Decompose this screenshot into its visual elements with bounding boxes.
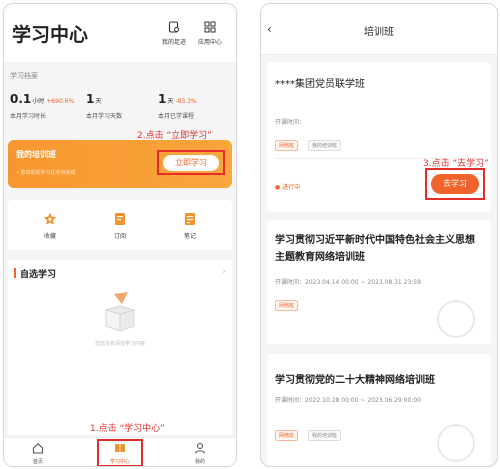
empty-box-icon bbox=[104, 292, 136, 332]
stat-study-hours[interactable]: 0.1小时 +690.6% 本月学习时长 bbox=[10, 88, 86, 120]
home-icon bbox=[32, 443, 44, 454]
course-tags: 网络班 我的培训班 bbox=[275, 140, 395, 151]
status-label: 进行中 bbox=[282, 184, 301, 191]
course-time: 开课时间： bbox=[275, 119, 306, 126]
course-time: 开课时间：2023.04.14 00:00 ~ 2023.08.31 23:59 bbox=[275, 279, 421, 286]
section-accent-bar bbox=[14, 268, 16, 278]
stat-label: 本月学习时长 bbox=[10, 113, 47, 120]
page-title: 培训班 bbox=[364, 27, 394, 38]
course-title: 学习贯彻党的二十大精神网络培训班 bbox=[275, 375, 435, 386]
favorites-item[interactable]: 收藏 bbox=[30, 212, 70, 240]
tab-mine[interactable]: 我的 bbox=[180, 442, 220, 465]
star-icon bbox=[43, 212, 57, 225]
footprint-icon bbox=[168, 21, 179, 33]
stat-value: 1 bbox=[86, 92, 95, 106]
subscribe-label: 订阅 bbox=[113, 233, 126, 240]
stat-unit: 天 bbox=[95, 98, 102, 105]
tab-home-label: 首页 bbox=[32, 459, 43, 465]
empty-state-text: 您还没有添加学习内容 bbox=[94, 341, 145, 347]
course-title: 学习贯彻习近平新时代中国特色社会主义思想主题教育网络培训班 bbox=[275, 235, 475, 263]
grid-icon bbox=[204, 21, 216, 33]
training-class-screen: ‹ 培训班 ****集团党员联学班 开课时间： 网络班 我的培训班 3.点击 “… bbox=[260, 3, 498, 467]
notes-label: 笔记 bbox=[183, 233, 196, 240]
tab-home[interactable]: 首页 bbox=[18, 442, 58, 465]
training-card-subtitle: • 您有新的学习任务待完成 bbox=[16, 170, 76, 176]
favorites-label: 收藏 bbox=[43, 233, 56, 240]
tag-online: 网络班 bbox=[275, 430, 299, 441]
step1-annotation: 1.点击 “学习中心” bbox=[90, 424, 165, 434]
course-tags: 网络班 bbox=[275, 300, 395, 311]
bottom-tab-bar: 首页 学习中心 我的 bbox=[4, 437, 236, 466]
tag-my-class: 我的培训班 bbox=[308, 140, 342, 151]
stat-unit: 天 bbox=[167, 98, 174, 105]
optional-learning-title: 自选学习 bbox=[20, 270, 57, 280]
stat-label: 本月学习天数 bbox=[86, 113, 123, 120]
stat-value: 0.1 bbox=[10, 92, 32, 106]
stamp-icon bbox=[437, 300, 475, 338]
archive-label[interactable]: 学习档案 bbox=[10, 71, 38, 81]
notes-item[interactable]: 笔记 bbox=[170, 212, 210, 240]
page-title: 学习中心 bbox=[12, 24, 89, 46]
course-tags: 网络班 我的培训班 bbox=[275, 430, 395, 441]
tab-mine-label: 我的 bbox=[194, 459, 205, 465]
chevron-right-icon[interactable]: › bbox=[222, 267, 226, 277]
subscribe-icon bbox=[115, 213, 125, 225]
header: ‹ 培训班 bbox=[261, 4, 497, 55]
stat-delta: +690.6% bbox=[46, 98, 75, 105]
step1-highlight-box bbox=[97, 439, 143, 466]
course-card[interactable]: 学习贯彻党的二十大精神网络培训班 开课时间：2022.10.28 00:00 ~… bbox=[267, 354, 491, 466]
tag-online: 网络班 bbox=[275, 300, 299, 311]
go-learn-button[interactable]: 去学习 bbox=[431, 174, 479, 194]
footprint-label: 我的足迹 bbox=[161, 39, 186, 46]
user-icon bbox=[194, 442, 206, 454]
tag-online: 网络班 bbox=[275, 140, 299, 151]
app-center-label: 应用中心 bbox=[197, 39, 222, 46]
note-icon bbox=[185, 213, 195, 225]
learning-center-screen: 学习中心 我的足迹 应用中心 学习档案 0.1小时 +690.6% 本月学习时长 … bbox=[3, 3, 237, 467]
course-title: ****集团党员联学班 bbox=[275, 79, 365, 90]
stat-unit: 小时 bbox=[32, 98, 45, 105]
optional-learning-section: 自选学习 › 您还没有添加学习内容 bbox=[8, 260, 232, 435]
subscribe-item[interactable]: 订阅 bbox=[100, 212, 140, 240]
course-time: 开课时间：2022.10.28 00:00 ~ 2023.06.29 00:00 bbox=[275, 397, 421, 404]
course-status: ● 进行中 bbox=[275, 184, 301, 191]
training-card-title: 我的培训班 bbox=[16, 150, 56, 159]
stat-courses[interactable]: 1天 -83.3% 本月已学课程 bbox=[158, 88, 234, 120]
header: 学习中心 我的足迹 应用中心 bbox=[4, 4, 236, 62]
stat-label: 本月已学课程 bbox=[158, 113, 195, 120]
stat-study-days[interactable]: 1天 本月学习天数 bbox=[86, 88, 162, 120]
stamp-icon bbox=[437, 424, 475, 462]
course-card[interactable]: ****集团党员联学班 开课时间： 网络班 我的培训班 3.点击 “去学习” ●… bbox=[267, 62, 491, 212]
quick-actions: 收藏 订阅 笔记 bbox=[8, 200, 232, 250]
tag-my-class: 我的培训班 bbox=[308, 430, 342, 441]
app-center-button[interactable]: 应用中心 bbox=[190, 21, 230, 46]
stats-row: 0.1小时 +690.6% 本月学习时长 1天 本月学习天数 1天 -83.3% 本… bbox=[4, 88, 236, 128]
start-learning-button[interactable]: 立即学习 bbox=[163, 155, 219, 171]
stat-value: 1 bbox=[158, 92, 167, 106]
my-training-card[interactable]: 我的培训班 • 您有新的学习任务待完成 立即学习 bbox=[8, 140, 232, 188]
footprint-button[interactable]: 我的足迹 bbox=[154, 21, 194, 46]
course-card[interactable]: 学习贯彻习近平新时代中国特色社会主义思想主题教育网络培训班 开课时间：2023.… bbox=[267, 220, 491, 344]
stat-delta: -83.3% bbox=[175, 98, 197, 105]
